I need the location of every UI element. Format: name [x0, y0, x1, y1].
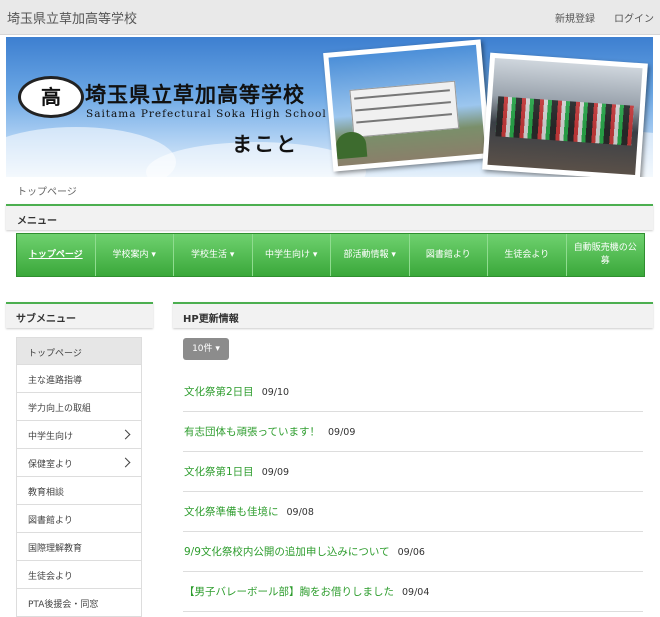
- news-date: 09/10: [261, 387, 290, 398]
- news-title-link[interactable]: 文化祭第2日目 09/10: [184, 384, 289, 399]
- list-item: 【男子バレーボール部】胸をお借りしました 09/04: [183, 572, 643, 612]
- news-title-link[interactable]: 【男子バレーボール部】胸をお借りしました 09/04: [184, 584, 429, 599]
- list-item: 有志団体も頑張っています！ 09/09: [183, 412, 643, 452]
- students-group-photo: [482, 52, 648, 177]
- menu-panel-title: メニュー: [17, 216, 57, 227]
- nav-item-vending-machine[interactable]: 自動販売機の公募: [567, 234, 645, 276]
- news-list: 文化祭第2日目 09/10 有志団体も頑張っています！ 09/09 文化祭第1日目 0…: [183, 372, 643, 612]
- news-title-text[interactable]: 文化祭第2日目: [184, 386, 254, 398]
- school-emblem-logo: 高: [18, 76, 84, 118]
- header-banner: 高 埼玉県立草加高等学校 Saitama Prefectural Soka Hi…: [6, 37, 653, 177]
- news-title-link[interactable]: 文化祭第1日目 09/09: [184, 464, 289, 479]
- news-date: 09/06: [397, 547, 425, 558]
- hp-updates-panel-header: HP更新情報: [173, 302, 653, 328]
- list-item: 文化祭第1日目 09/09: [183, 452, 643, 492]
- nav-item-library[interactable]: 図書館より: [410, 234, 488, 276]
- submenu-item-pta[interactable]: PTA後援会・同窓: [16, 589, 142, 617]
- submenu-item-label: 中学生向け: [28, 432, 74, 442]
- submenu-item-top[interactable]: トップページ: [16, 337, 142, 365]
- submenu-item-label: トップページ: [28, 349, 82, 359]
- submenu-item-library[interactable]: 図書館より: [16, 505, 142, 533]
- nav-item-club-activities[interactable]: 部活動情報 ▾: [331, 234, 410, 276]
- news-title-text[interactable]: 文化祭第1日目: [184, 466, 254, 478]
- school-name-jp: 埼玉県立草加高等学校: [85, 82, 305, 107]
- news-title-link[interactable]: 文化祭準備も佳境に 09/08: [184, 504, 314, 519]
- news-title-text[interactable]: 有志団体も頑張っています！: [184, 426, 320, 438]
- nav-item-top[interactable]: トップページ: [17, 234, 96, 276]
- news-date: 09/09: [327, 427, 356, 438]
- submenu-item-label: 学力向上の取組: [28, 404, 92, 414]
- submenu-item-junior-high[interactable]: 中学生向け: [16, 421, 142, 449]
- submenu-item-label: 国際理解教育: [28, 544, 83, 554]
- submenu-item-label: 図書館より: [28, 516, 73, 526]
- list-item: 文化祭第2日目 09/10: [183, 372, 643, 412]
- menu-panel-header: メニュー: [6, 204, 653, 230]
- school-building-photo: [323, 39, 491, 172]
- submenu-item-label: 保健室より: [28, 460, 73, 470]
- top-navbar: 埼玉県立草加高等学校 新規登録 ログイン: [0, 0, 660, 35]
- login-link[interactable]: ログイン: [614, 10, 654, 25]
- submenu-item-student-council[interactable]: 生徒会より: [16, 561, 142, 589]
- news-date: 09/08: [286, 507, 314, 518]
- chevron-right-icon: [120, 457, 131, 468]
- list-item: 文化祭準備も佳境に 09/08: [183, 492, 643, 532]
- news-date: 09/04: [402, 587, 430, 598]
- main-nav: トップページ 学校案内 ▾ 学校生活 ▾ 中学生向け ▾ 部活動情報 ▾ 図書館…: [16, 233, 645, 277]
- nav-item-school-guide[interactable]: 学校案内 ▾: [96, 234, 174, 276]
- submenu-item-label: 生徒会より: [28, 572, 73, 582]
- school-name-en: Saitama Prefectural Soka High School: [86, 108, 327, 120]
- submenu-item-international[interactable]: 国際理解教育: [16, 533, 142, 561]
- nav-item-junior-high[interactable]: 中学生向け ▾: [253, 234, 331, 276]
- register-link[interactable]: 新規登録: [555, 10, 595, 25]
- news-title-link[interactable]: 有志団体も頑張っています！ 09/09: [184, 424, 355, 439]
- submenu-list: トップページ 主な進路指導 学力向上の取組 中学生向け 保健室より 教育相談 図…: [16, 337, 142, 617]
- submenu-panel-title: サブメニュー: [16, 314, 76, 325]
- submenu-item-career[interactable]: 主な進路指導: [16, 365, 142, 393]
- submenu-item-label: 主な進路指導: [28, 376, 83, 386]
- submenu-item-label: 教育相談: [28, 488, 65, 498]
- submenu-item-label: PTA後援会・同窓: [28, 600, 99, 610]
- hp-updates-title: HP更新情報: [183, 314, 239, 325]
- news-title-text[interactable]: 9/9文化祭校内公開の追加申し込みについて: [184, 546, 390, 558]
- news-title-text[interactable]: 【男子バレーボール部】胸をお借りしました: [184, 586, 394, 598]
- site-title-link[interactable]: 埼玉県立草加高等学校: [7, 8, 137, 27]
- nav-item-student-council[interactable]: 生徒会より: [488, 234, 567, 276]
- news-title-text[interactable]: 文化祭準備も佳境に: [184, 506, 279, 518]
- list-item: 9/9文化祭校内公開の追加申し込みについて 09/06: [183, 532, 643, 572]
- news-date: 09/09: [261, 467, 290, 478]
- crowd-shape: [495, 96, 634, 146]
- school-motto: まこと: [232, 132, 298, 156]
- submenu-item-counseling[interactable]: 教育相談: [16, 477, 142, 505]
- submenu-item-academic[interactable]: 学力向上の取組: [16, 393, 142, 421]
- submenu-item-health-room[interactable]: 保健室より: [16, 449, 142, 477]
- news-title-link[interactable]: 9/9文化祭校内公開の追加申し込みについて 09/06: [184, 544, 425, 559]
- submenu-panel-header: サブメニュー: [6, 302, 153, 328]
- breadcrumb: トップページ: [17, 187, 77, 198]
- chevron-right-icon: [120, 429, 131, 440]
- nav-item-school-life[interactable]: 学校生活 ▾: [174, 234, 253, 276]
- item-count-dropdown[interactable]: 10件 ▾: [183, 338, 229, 360]
